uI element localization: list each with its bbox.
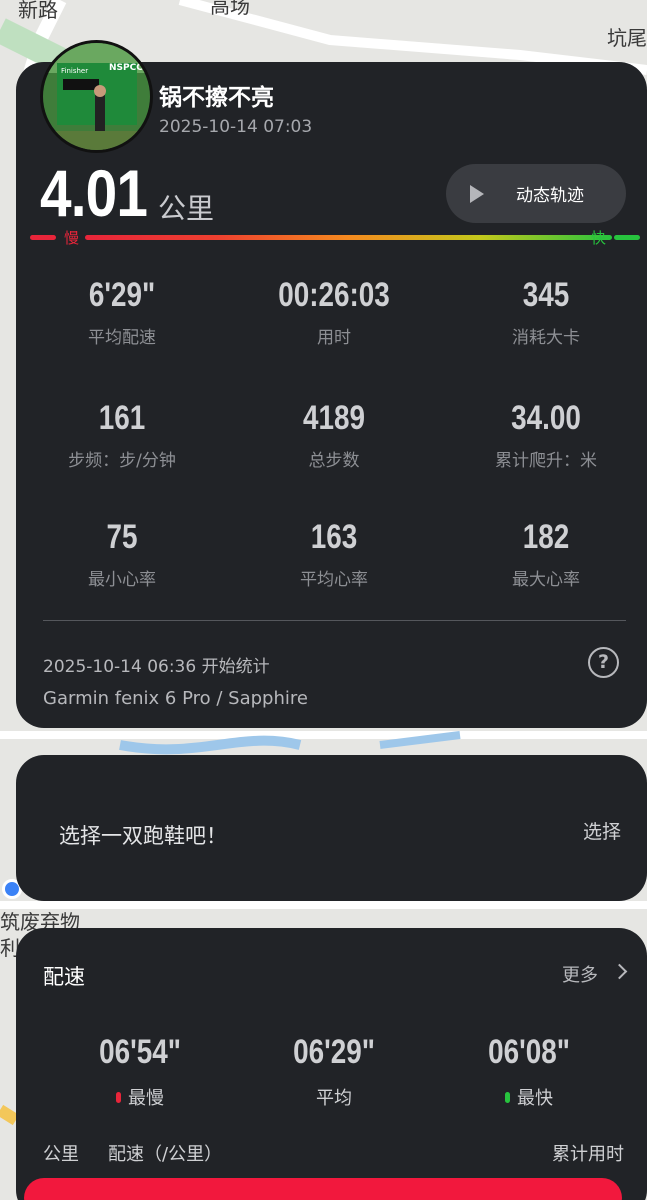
- select-shoe-button[interactable]: 选择: [583, 817, 621, 844]
- pace-value: 06'54": [99, 1033, 181, 1071]
- stat-value: 161: [98, 399, 146, 437]
- column-header-km: 公里: [43, 1144, 79, 1165]
- column-header-pace: 配速（/公里）: [108, 1144, 223, 1165]
- pace-label: 最快: [517, 1088, 553, 1109]
- shoe-prompt: 选择一双跑鞋吧！: [59, 824, 227, 848]
- stat-min-heart-rate: 75 最小心率: [17, 518, 227, 590]
- avatar-banner-text: NSPCC: [109, 63, 143, 73]
- stat-value: 182: [522, 518, 570, 556]
- pace-value: 06'29": [293, 1033, 375, 1071]
- stat-value: 6'29": [88, 276, 156, 314]
- pace-slowest: 06'54" 最慢: [40, 1033, 240, 1110]
- pace-value: 06'08": [488, 1033, 570, 1071]
- device-name: Garmin fenix 6 Pro / Sapphire: [43, 688, 308, 709]
- speed-bar-gradient: [85, 235, 612, 240]
- pace-fastest: 06'08" 最快: [429, 1033, 629, 1110]
- play-icon: [470, 184, 484, 203]
- stat-label: 最小心率: [88, 570, 156, 590]
- map-label: 新路: [18, 0, 58, 22]
- distance-value: 4.01: [40, 156, 148, 230]
- speed-gradient-bar: 慢 快: [30, 229, 640, 247]
- stat-label: 平均配速: [88, 328, 156, 348]
- slow-dot-icon: [116, 1091, 121, 1103]
- stat-label: 累计爬升：米: [495, 451, 597, 471]
- stat-value: 34.00: [511, 399, 581, 437]
- map-label: 坑尾: [607, 26, 647, 50]
- speed-bar-slow-segment: [30, 235, 56, 240]
- stat-calories: 345 消耗大卡: [441, 276, 647, 348]
- dynamic-track-label: 动态轨迹: [516, 186, 584, 206]
- help-icon[interactable]: ?: [588, 647, 619, 678]
- pace-title: 配速: [43, 965, 85, 989]
- pace-label: 平均: [316, 1088, 352, 1109]
- avatar-banner-sub: Finisher: [61, 67, 89, 75]
- stat-value: 00:26:03: [278, 276, 390, 314]
- stat-label: 消耗大卡: [512, 328, 580, 348]
- column-header-cumulative-time: 累计用时: [552, 1144, 624, 1165]
- stat-value: 4189: [302, 399, 366, 437]
- stat-avg-heart-rate: 163 平均心率: [229, 518, 439, 590]
- avatar[interactable]: NSPCC Finisher: [40, 40, 153, 153]
- username[interactable]: 锅不擦不亮: [159, 78, 274, 112]
- speed-slow-label: 慢: [64, 229, 80, 247]
- speed-fast-label: 快: [591, 229, 607, 247]
- stat-duration: 00:26:03 用时: [229, 276, 439, 348]
- divider: [43, 620, 626, 621]
- stat-label: 总步数: [308, 451, 360, 471]
- stat-value: 345: [522, 276, 570, 314]
- stat-elevation-gain: 34.00 累计爬升：米: [441, 399, 647, 471]
- pace-split-bar: [24, 1178, 622, 1200]
- dynamic-track-button[interactable]: 动态轨迹: [446, 164, 626, 223]
- stat-value: 75: [106, 518, 138, 556]
- stat-label: 步频：步/分钟: [68, 451, 176, 471]
- stat-label: 最大心率: [512, 570, 580, 590]
- stat-cadence: 161 步频：步/分钟: [17, 399, 227, 471]
- stat-max-heart-rate: 182 最大心率: [441, 518, 647, 590]
- pace-more-link[interactable]: 更多: [562, 961, 598, 987]
- workout-datetime: 2025-10-14 07:03: [159, 117, 313, 137]
- speed-bar-fast-segment: [614, 235, 640, 240]
- stat-label: 平均心率: [300, 570, 368, 590]
- stat-avg-pace: 6'29" 平均配速: [17, 276, 227, 348]
- distance-unit: 公里: [158, 192, 215, 225]
- pace-label: 最慢: [128, 1088, 164, 1109]
- stat-label: 用时: [317, 328, 351, 348]
- stat-total-steps: 4189 总步数: [229, 399, 439, 471]
- map-label: 高场: [210, 0, 250, 18]
- fast-dot-icon: [505, 1091, 510, 1103]
- start-time: 2025-10-14 06:36 开始统计: [43, 657, 270, 677]
- pace-average: 06'29" 平均: [234, 1033, 434, 1110]
- stat-value: 163: [310, 518, 358, 556]
- runner-photo-icon: [43, 43, 150, 150]
